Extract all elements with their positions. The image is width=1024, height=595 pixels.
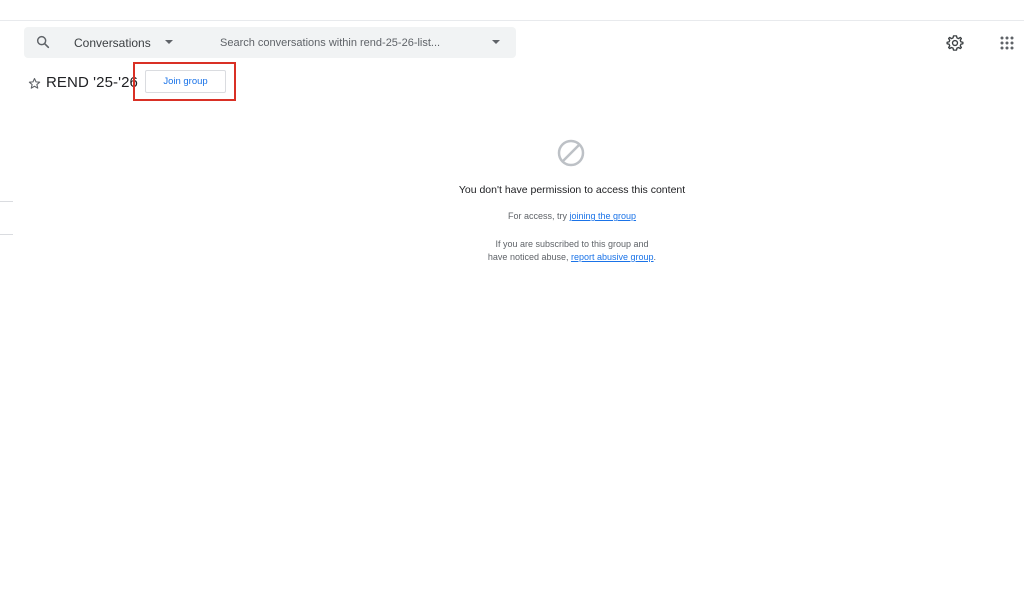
abuse-line-1: If you are subscribed to this group and xyxy=(495,239,649,249)
group-title: REND '25-'26 xyxy=(46,73,138,91)
access-message: For access, try joining the group xyxy=(372,211,772,221)
abuse-suffix: . xyxy=(653,252,657,262)
scope-dropdown[interactable]: Conversations xyxy=(74,27,151,58)
left-divider xyxy=(0,201,13,202)
blocked-icon xyxy=(557,139,585,167)
page: Conversations REND '25-'26 Join group Yo… xyxy=(0,0,1024,595)
abuse-line-2: have noticed abuse, report abusive group… xyxy=(372,251,772,264)
gear-icon[interactable] xyxy=(946,34,964,52)
abuse-message: If you are subscribed to this group and … xyxy=(372,238,772,264)
star-outline-icon[interactable] xyxy=(28,77,41,90)
report-abuse-link[interactable]: report abusive group xyxy=(571,252,654,262)
abuse-prefix: have noticed abuse, xyxy=(487,252,571,262)
search-options-chevron-down-icon[interactable] xyxy=(492,40,500,44)
apps-grid-icon[interactable] xyxy=(999,35,1015,51)
scope-label: Conversations xyxy=(74,35,151,50)
search-bar: Conversations xyxy=(24,27,516,58)
join-group-link[interactable]: joining the group xyxy=(569,211,636,221)
search-input[interactable] xyxy=(220,31,482,54)
left-divider xyxy=(0,234,13,235)
join-group-button[interactable]: Join group xyxy=(145,70,226,93)
chevron-down-icon[interactable] xyxy=(165,40,173,44)
permission-message-title: You don't have permission to access this… xyxy=(458,184,686,196)
access-prefix: For access, try xyxy=(507,211,570,221)
search-icon[interactable] xyxy=(35,34,51,50)
top-divider xyxy=(0,20,1024,21)
group-header: REND '25-'26 xyxy=(28,71,138,93)
